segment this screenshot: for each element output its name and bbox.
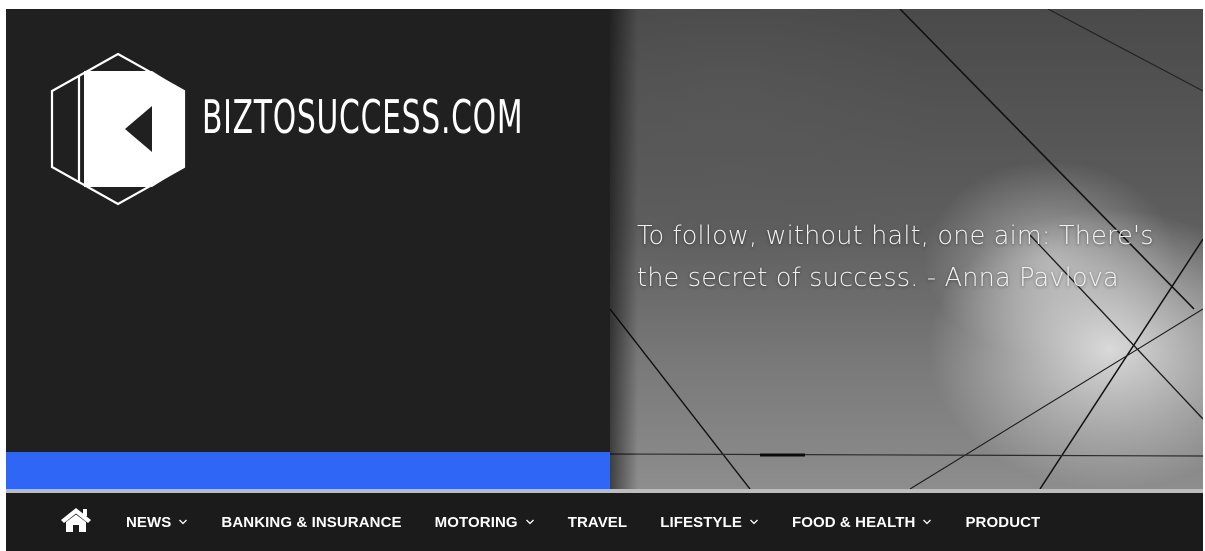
nav-item-news[interactable]: NEWS — [126, 514, 188, 531]
page-frame: BIZTOSUCCESS.COM To follow, without halt… — [6, 9, 1203, 551]
site-header: BIZTOSUCCESS.COM To follow, without halt… — [6, 9, 1203, 489]
accent-bar — [6, 452, 610, 489]
quote-line-2: the secret of success. - Anna Pavlova — [637, 263, 1119, 293]
chevron-down-icon — [525, 519, 534, 525]
nav-item-banking-insurance[interactable]: BANKING & INSURANCE — [221, 514, 401, 531]
quote-line-1: To follow, without halt, one aim: There'… — [637, 221, 1154, 251]
logo-icon — [50, 52, 186, 206]
nav-item-lifestyle[interactable]: LIFESTYLE — [660, 514, 759, 531]
nav-item-product[interactable]: PRODUCT — [965, 514, 1040, 531]
nav-item-label: NEWS — [126, 513, 172, 531]
nav-item-travel[interactable]: TRAVEL — [568, 514, 628, 531]
site-logo-text: BIZTOSUCCESS.COM — [202, 90, 524, 144]
nav-item-label: LIFESTYLE — [660, 513, 742, 531]
header-quote: To follow, without halt, one aim: There'… — [637, 215, 1197, 299]
nav-item-label: PRODUCT — [965, 513, 1041, 531]
nav-item-label: TRAVEL — [567, 513, 628, 531]
chevron-down-icon — [179, 519, 188, 525]
site-logo-link[interactable]: BIZTOSUCCESS.COM — [6, 9, 606, 239]
chevron-down-icon — [923, 519, 932, 525]
main-nav: NEWS BANKING & INSURANCE MOTORING TRAVEL LIF… — [6, 493, 1203, 551]
header-left-panel: BIZTOSUCCESS.COM — [6, 9, 610, 489]
header-banner-image: To follow, without halt, one aim: There'… — [610, 9, 1203, 489]
nav-item-label: MOTORING — [434, 513, 518, 531]
nav-item-food-health[interactable]: FOOD & HEALTH — [792, 514, 933, 531]
nav-item-label: BANKING & INSURANCE — [221, 513, 402, 531]
home-icon[interactable] — [60, 507, 92, 533]
chevron-down-icon — [749, 519, 758, 525]
nav-menu: NEWS BANKING & INSURANCE MOTORING TRAVEL LIF… — [126, 493, 1073, 551]
nav-item-motoring[interactable]: MOTORING — [435, 514, 535, 531]
banner-shade — [610, 9, 638, 489]
nav-item-label: FOOD & HEALTH — [791, 513, 916, 531]
